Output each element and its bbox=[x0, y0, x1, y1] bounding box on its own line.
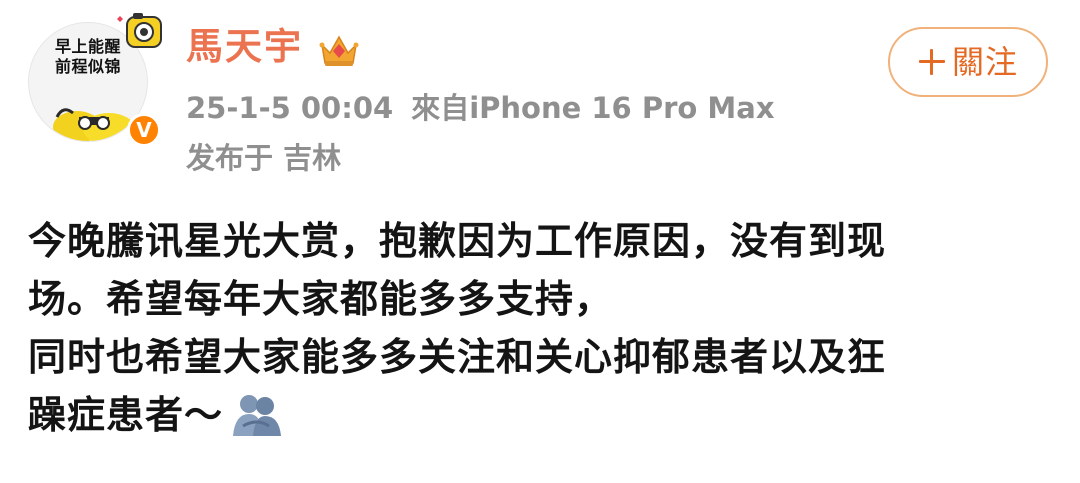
post-location: 发布于 吉林 bbox=[186, 141, 342, 175]
camera-sticker-icon bbox=[117, 13, 162, 48]
post-date: 25-1-5 00:04 bbox=[186, 91, 394, 125]
verified-badge: V bbox=[127, 113, 161, 147]
post-body: 今晚騰讯星光大赏，抱歉因为工作原因，没有到现 场。希望每年大家都能多多支持， 同… bbox=[28, 212, 1038, 444]
hug-emoji bbox=[233, 395, 282, 436]
username[interactable]: 馬天宇 bbox=[186, 24, 303, 70]
avatar[interactable]: 早上能醒 前程似锦 V bbox=[28, 13, 162, 147]
crown-icon[interactable] bbox=[318, 31, 360, 69]
cartoon-character-icon bbox=[53, 108, 135, 141]
post-meta: 25-1-5 00:04 來自iPhone 16 Pro Max bbox=[186, 88, 775, 128]
post-line: 今晚騰讯星光大赏，抱歉因为工作原因，没有到现 bbox=[28, 219, 887, 263]
follow-button[interactable]: 關注 bbox=[888, 27, 1048, 97]
plus-icon bbox=[918, 48, 946, 76]
post-line: 躁症患者～ bbox=[28, 393, 224, 437]
avatar-text-line: 前程似锦 bbox=[54, 57, 121, 76]
post-last-line: 躁症患者～ bbox=[28, 386, 1038, 444]
post-source: 來自iPhone 16 Pro Max bbox=[411, 91, 775, 125]
post-line: 场。希望每年大家都能多多支持， bbox=[28, 277, 614, 321]
follow-label: 關注 bbox=[951, 43, 1018, 81]
post-line: 同时也希望大家能多多关注和关心抑郁患者以及狂 bbox=[28, 335, 887, 379]
